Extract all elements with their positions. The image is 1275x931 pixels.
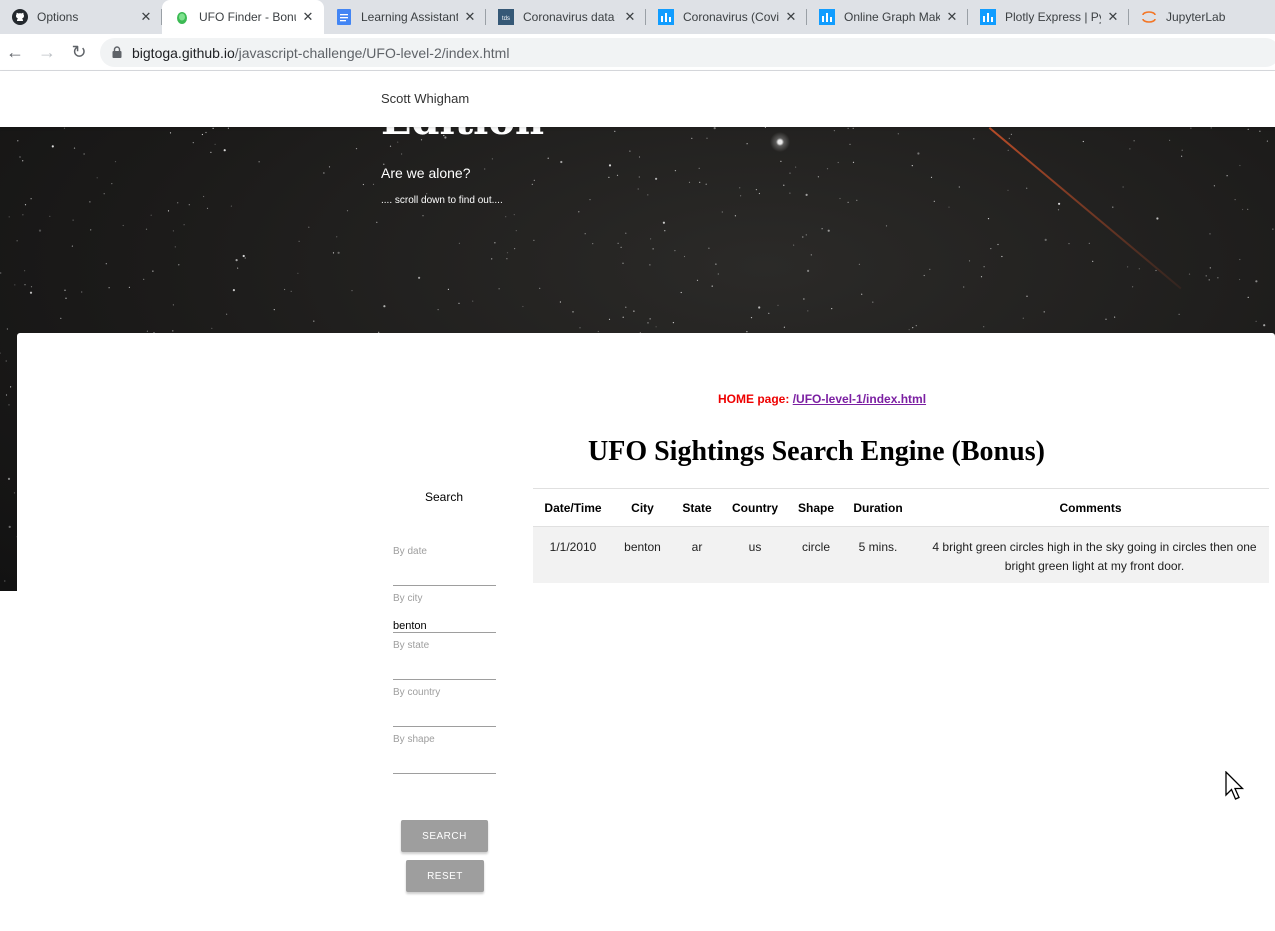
tab-label: JupyterLab <box>1166 10 1226 24</box>
forward-icon[interactable]: → <box>35 40 59 64</box>
chart-studio-icon <box>819 9 835 25</box>
tab-learning-assistant[interactable]: Learning Assistant ✕ <box>324 0 486 34</box>
table-cell: 4 bright green circles high in the sky g… <box>912 526 1269 583</box>
site-brand[interactable]: Scott Whigham <box>381 91 469 106</box>
browser-toolbar: ← → ↻ bigtoga.github.io/javascript-chall… <box>0 34 1275 71</box>
chart-studio-icon <box>658 9 674 25</box>
mouse-cursor-icon <box>1225 770 1245 808</box>
close-icon[interactable]: ✕ <box>1105 9 1121 25</box>
results-table: Date/Time City State Country Shape Durat… <box>533 488 1269 583</box>
field-value: benton <box>393 620 427 632</box>
tab-label: Options <box>37 10 79 24</box>
tab-plotly-express[interactable]: Plotly Express | Py ✕ <box>968 0 1129 34</box>
github-icon <box>12 9 28 25</box>
table-cell: circle <box>788 526 844 583</box>
column-header: State <box>672 488 722 527</box>
table-cell: 1/1/2010 <box>533 526 613 583</box>
column-header: Shape <box>788 488 844 527</box>
column-header: City <box>613 488 672 527</box>
reset-button[interactable]: RESET <box>406 860 484 892</box>
tab-label: Coronavirus data v <box>523 10 618 24</box>
field-label: By shape <box>393 734 435 745</box>
hero-subtitle: Are we alone? <box>381 165 471 181</box>
tds-icon: tds <box>498 9 514 25</box>
chart-studio-icon <box>980 9 996 25</box>
tab-strip: Options ✕ UFO Finder - Bonus ✕ Learning … <box>0 0 1275 34</box>
svg-text:tds: tds <box>502 16 510 22</box>
tab-label: UFO Finder - Bonus <box>199 10 296 24</box>
city-field[interactable]: By city benton <box>393 593 496 633</box>
close-icon[interactable]: ✕ <box>622 9 638 25</box>
page-title: UFO Sightings Search Engine (Bonus) <box>588 436 1045 467</box>
close-icon[interactable]: ✕ <box>300 9 316 25</box>
table-cell: 5 mins. <box>844 526 912 583</box>
date-field[interactable]: By date <box>393 546 496 586</box>
docs-icon <box>336 9 352 25</box>
tab-label: Plotly Express | Py <box>1005 10 1101 24</box>
home-label: HOME page: <box>718 392 790 406</box>
table-cell: us <box>722 526 788 583</box>
field-label: By city <box>393 593 423 604</box>
column-header: Duration <box>844 488 912 527</box>
reload-icon[interactable]: ↻ <box>67 40 91 64</box>
close-icon[interactable]: ✕ <box>462 9 478 25</box>
tab-online-graph-maker[interactable]: Online Graph Mak ✕ <box>807 0 968 34</box>
tab-coronavirus-data[interactable]: tds Coronavirus data v ✕ <box>486 0 646 34</box>
column-header: Date/Time <box>533 488 613 527</box>
table-header-row: Date/Time City State Country Shape Durat… <box>533 488 1269 527</box>
lock-icon <box>112 45 122 61</box>
url-path: /javascript-challenge/UFO-level-2/index.… <box>234 44 510 61</box>
site-navbar: Scott Whigham <box>0 71 1275 127</box>
tab-jupyterlab[interactable]: JupyterLab <box>1129 0 1275 34</box>
state-field[interactable]: By state <box>393 640 496 680</box>
back-icon[interactable]: ← <box>3 40 27 64</box>
address-bar[interactable]: bigtoga.github.io/javascript-challenge/U… <box>100 38 1275 67</box>
home-line: HOME page: /UFO-level-1/index.html <box>718 392 926 406</box>
tab-ufo-finder[interactable]: UFO Finder - Bonus ✕ <box>162 0 324 34</box>
close-icon[interactable]: ✕ <box>783 9 799 25</box>
column-header: Country <box>722 488 788 527</box>
hero-title: Edition <box>381 127 544 144</box>
close-icon[interactable]: ✕ <box>944 9 960 25</box>
content-panel <box>17 333 1275 931</box>
ufo-icon <box>174 9 190 25</box>
table-cell: benton <box>613 526 672 583</box>
search-button[interactable]: SEARCH <box>401 820 488 852</box>
field-label: By date <box>393 546 427 557</box>
tab-options[interactable]: Options ✕ <box>0 0 162 34</box>
home-link[interactable]: /UFO-level-1/index.html <box>793 392 926 406</box>
field-label: By state <box>393 640 430 651</box>
column-header: Comments <box>912 488 1269 527</box>
hero-hint: .... scroll down to find out.... <box>381 195 503 206</box>
tab-label: Coronavirus (Covi <box>683 10 779 24</box>
country-field[interactable]: By country <box>393 687 496 727</box>
shape-field[interactable]: By shape <box>393 734 496 774</box>
jupyter-icon <box>1141 9 1157 25</box>
search-heading: Search <box>425 490 464 504</box>
tab-coronavirus-covid[interactable]: Coronavirus (Covi ✕ <box>646 0 807 34</box>
field-label: By country <box>393 687 441 698</box>
close-icon[interactable]: ✕ <box>138 9 154 25</box>
table-cell: ar <box>672 526 722 583</box>
tab-label: Learning Assistant <box>361 10 458 24</box>
table-row: 1/1/2010 benton ar us circle 5 mins. 4 b… <box>533 526 1269 583</box>
url-host: bigtoga.github.io <box>132 44 235 61</box>
tab-label: Online Graph Mak <box>844 10 940 24</box>
